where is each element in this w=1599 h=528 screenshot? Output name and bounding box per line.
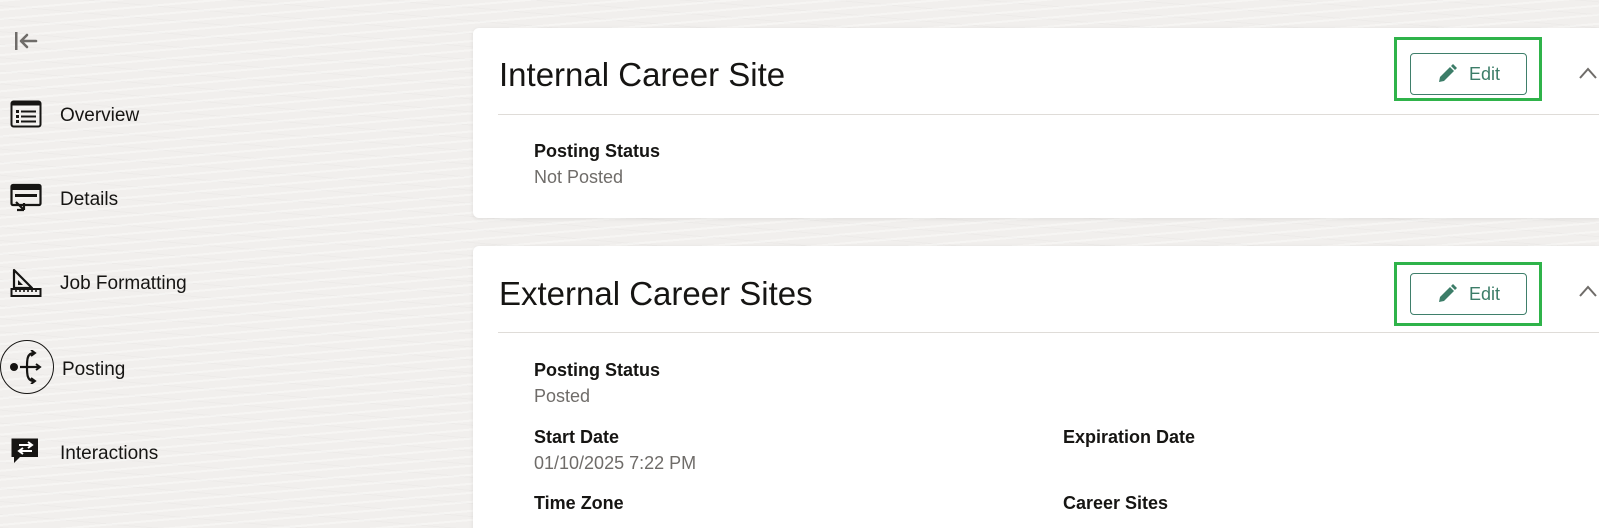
- sidebar-item-details[interactable]: Details: [0, 178, 200, 222]
- sidebar-item-label: Overview: [60, 105, 140, 126]
- divider: [498, 114, 1599, 115]
- start-date-label: Start Date: [534, 427, 620, 447]
- posting-status-label: Posting Status: [534, 141, 661, 161]
- career-sites-label: Career Sites: [1063, 493, 1169, 513]
- internal-career-site-card: Internal Career Site Edit Posting Status…: [473, 28, 1599, 218]
- edit-label: Edit: [1468, 283, 1501, 304]
- sidebar-item-overview[interactable]: Overview: [0, 94, 200, 138]
- ruler-triangle-icon: [10, 266, 42, 298]
- collapse-sidebar-button[interactable]: [12, 30, 40, 52]
- card-title: Internal Career Site: [499, 56, 786, 93]
- chevron-up-icon[interactable]: [1577, 66, 1599, 80]
- edit-highlight: Edit: [1394, 37, 1542, 101]
- sidebar-item-posting[interactable]: Posting: [0, 340, 200, 396]
- sidebar-item-label: Posting: [62, 359, 126, 380]
- sidebar-item-label: Details: [60, 189, 119, 210]
- edit-button[interactable]: Edit: [1410, 53, 1527, 95]
- collapse-left-icon: [15, 32, 38, 50]
- pencil-icon: [1438, 64, 1457, 82]
- sidebar-item-label: Job Formatting: [60, 273, 187, 294]
- posting-status-label: Posting Status: [534, 360, 661, 380]
- sidebar-item-interactions[interactable]: Interactions: [0, 432, 200, 476]
- details-icon: [10, 182, 42, 214]
- list-icon: [10, 98, 42, 130]
- pencil-icon: [1438, 284, 1457, 302]
- start-date-value: 01/10/2025 7:22 PM: [534, 453, 697, 473]
- card-title: External Career Sites: [499, 275, 813, 312]
- divider: [498, 332, 1599, 333]
- chat-exchange-icon: [10, 436, 42, 468]
- time-zone-label: Time Zone: [534, 493, 624, 513]
- sidebar: Overview Details Job Formatting Posting …: [0, 0, 470, 528]
- edit-label: Edit: [1468, 63, 1501, 84]
- posting-branch-icon: [0, 340, 54, 394]
- sidebar-item-label: Interactions: [60, 443, 159, 464]
- posting-status-value: Not Posted: [534, 167, 624, 187]
- edit-button[interactable]: Edit: [1410, 273, 1527, 315]
- sidebar-item-job-formatting[interactable]: Job Formatting: [0, 262, 220, 306]
- chevron-up-icon[interactable]: [1577, 284, 1599, 298]
- posting-status-value: Posted: [534, 386, 591, 406]
- expiration-date-label: Expiration Date: [1063, 427, 1196, 447]
- edit-highlight: Edit: [1394, 262, 1542, 326]
- external-career-sites-card: External Career Sites Edit Posting Statu…: [473, 246, 1599, 528]
